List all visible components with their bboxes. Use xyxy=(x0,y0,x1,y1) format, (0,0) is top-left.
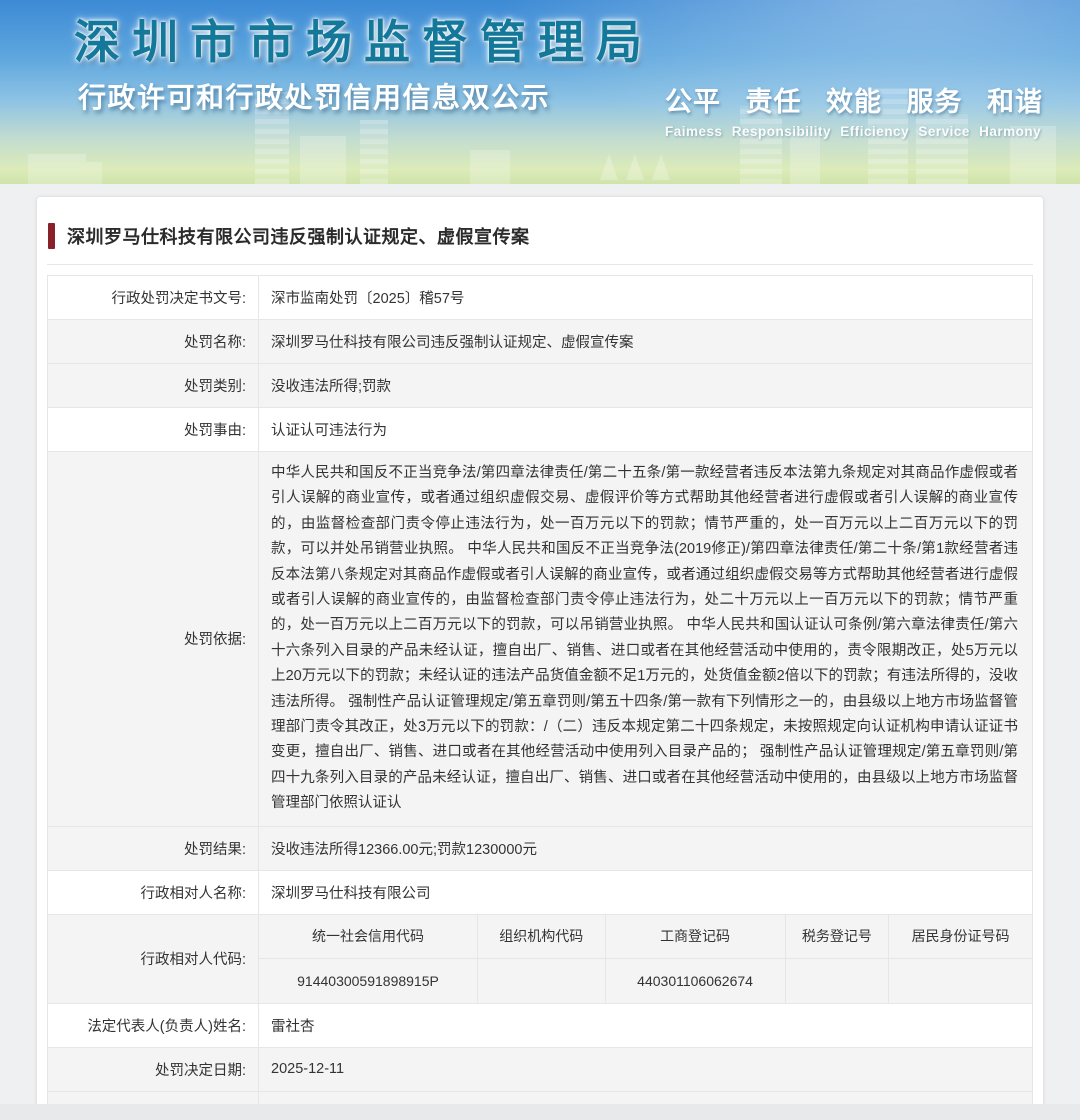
skyline-building xyxy=(300,136,346,184)
field-value: 深圳罗马仕科技有限公司 xyxy=(259,871,1032,914)
banner-subtitle: 行政许可和行政处罚信用信息双公示 xyxy=(78,76,550,116)
header-banner: 深圳市市场监督管理局 行政许可和行政处罚信用信息双公示 公平 责任 效能 服务 … xyxy=(0,0,1080,184)
code-header: 居民身份证号码 xyxy=(888,915,1032,959)
skyline-truck-shape xyxy=(28,154,86,184)
field-label: 法定代表人(负责人)姓名: xyxy=(48,1004,259,1047)
skyline-tree xyxy=(626,154,644,180)
skyline-tree xyxy=(600,154,618,180)
penalty-info-table: 行政处罚决定书文号: 深市监南处罚〔2025〕稽57号 处罚名称: 深圳罗马仕科… xyxy=(47,275,1033,1120)
party-codes-table: 统一社会信用代码 组织机构代码 工商登记码 税务登记号 居民身份证号码 9144… xyxy=(259,915,1032,1003)
banner-values: 公平 责任 效能 服务 和谐 Faimess Responsibility Ef… xyxy=(665,80,1045,139)
row-penalty-result: 处罚结果: 没收违法所得12366.00元;罚款1230000元 xyxy=(48,827,1032,871)
code-header: 组织机构代码 xyxy=(477,915,605,959)
code-header: 税务登记号 xyxy=(785,915,889,959)
row-penalty-reason: 处罚事由: 认证认可违法行为 xyxy=(48,408,1032,452)
field-label: 行政处罚决定书文号: xyxy=(48,276,259,319)
code-header: 工商登记码 xyxy=(605,915,785,959)
code-value: 440301106062674 xyxy=(605,959,785,1003)
code-value xyxy=(477,959,605,1003)
skyline-building xyxy=(790,132,820,184)
row-decision-date: 处罚决定日期: 2025-12-11 xyxy=(48,1048,1032,1092)
row-penalty-category: 处罚类别: 没收违法所得;罚款 xyxy=(48,364,1032,408)
row-doc-number: 行政处罚决定书文号: 深市监南处罚〔2025〕稽57号 xyxy=(48,276,1032,320)
code-header: 统一社会信用代码 xyxy=(259,915,477,959)
skyline-tree xyxy=(652,154,670,180)
row-party-codes: 行政相对人代码: 统一社会信用代码 组织机构代码 工商登记码 税务登记号 居民身… xyxy=(48,915,1032,1004)
page-footer xyxy=(0,1104,1080,1120)
banner-values-cn: 公平 责任 效能 服务 和谐 xyxy=(665,80,1045,119)
codes-grid: 统一社会信用代码 组织机构代码 工商登记码 税务登记号 居民身份证号码 9144… xyxy=(259,915,1032,1003)
field-label: 处罚结果: xyxy=(48,827,259,870)
field-label: 处罚类别: xyxy=(48,364,259,407)
field-label: 处罚名称: xyxy=(48,320,259,363)
field-label: 处罚决定日期: xyxy=(48,1048,259,1091)
case-title: 深圳罗马仕科技有限公司违反强制认证规定、虚假宣传案 xyxy=(67,223,530,249)
code-value xyxy=(785,959,889,1003)
field-label: 行政相对人代码: xyxy=(48,915,259,1003)
field-label: 处罚事由: xyxy=(48,408,259,451)
field-value: 认证认可违法行为 xyxy=(259,408,1032,451)
field-value: 雷社杏 xyxy=(259,1004,1032,1047)
skyline-building xyxy=(470,150,510,184)
agency-title: 深圳市市场监督管理局 xyxy=(74,6,654,72)
case-header: 深圳罗马仕科技有限公司违反强制认证规定、虚假宣传案 xyxy=(47,207,1033,265)
row-party-name: 行政相对人名称: 深圳罗马仕科技有限公司 xyxy=(48,871,1032,915)
code-value: 91440300591898915P xyxy=(259,959,477,1003)
field-value: 没收违法所得12366.00元;罚款1230000元 xyxy=(259,827,1032,870)
banner-values-en: Faimess Responsibility Efficiency Servic… xyxy=(665,124,1045,139)
skyline-building xyxy=(360,120,388,184)
skyline-building xyxy=(86,162,102,184)
row-penalty-basis: 处罚依据: 中华人民共和国反不正当竞争法/第四章法律责任/第二十五条/第一款经营… xyxy=(48,452,1032,827)
field-value: 深市监南处罚〔2025〕稽57号 xyxy=(259,276,1032,319)
field-value: 深圳罗马仕科技有限公司违反强制认证规定、虚假宣传案 xyxy=(259,320,1032,363)
title-marker xyxy=(48,223,55,249)
field-value: 没收违法所得;罚款 xyxy=(259,364,1032,407)
field-label: 处罚依据: xyxy=(48,452,259,826)
content-card: 深圳罗马仕科技有限公司违反强制认证规定、虚假宣传案 行政处罚决定书文号: 深市监… xyxy=(36,196,1044,1120)
row-penalty-name: 处罚名称: 深圳罗马仕科技有限公司违反强制认证规定、虚假宣传案 xyxy=(48,320,1032,364)
field-label: 行政相对人名称: xyxy=(48,871,259,914)
field-value: 中华人民共和国反不正当竞争法/第四章法律责任/第二十五条/第一款经营者违反本法第… xyxy=(259,452,1032,826)
field-value: 2025-12-11 xyxy=(259,1048,1032,1091)
code-value xyxy=(888,959,1032,1003)
row-legal-representative: 法定代表人(负责人)姓名: 雷社杏 xyxy=(48,1004,1032,1048)
